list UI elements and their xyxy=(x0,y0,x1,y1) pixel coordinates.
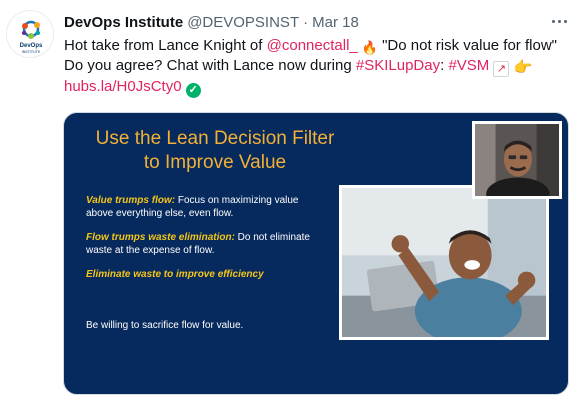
bullet-highlight: Value trumps flow: xyxy=(86,195,176,206)
fire-emoji-icon: 🔥 xyxy=(361,40,379,55)
presenter-webcam-video xyxy=(472,121,562,199)
tweet-header: DevOps Institute @DEVOPSINST · Mar 18 xyxy=(64,11,359,33)
tweet-text-part3: Do you agree? Chat with Lance now during xyxy=(64,57,356,74)
svg-text:DevOps: DevOps xyxy=(20,43,43,49)
bullet-highlight: Eliminate waste to improve efficiency xyxy=(86,269,264,280)
devops-institute-logo: DevOps INSTITUTE xyxy=(7,11,53,57)
chart-increasing-emoji-icon: ↗ xyxy=(493,61,510,77)
hashtag-vsm[interactable]: #VSM xyxy=(448,57,489,74)
hashtag-skilupday[interactable]: #SKILupDay xyxy=(356,57,440,74)
display-name[interactable]: DevOps Institute xyxy=(64,14,183,31)
pointing-right-emoji-icon: 👉 xyxy=(513,59,533,76)
bullet-eliminate-waste: Eliminate waste to improve efficiency xyxy=(86,268,316,281)
celebrating-man-photo xyxy=(339,185,549,340)
user-handle[interactable]: @DEVOPSINST xyxy=(187,14,299,31)
avatar[interactable]: DevOps INSTITUTE xyxy=(6,10,54,58)
card-footer-text: Be willing to sacrifice flow for value. xyxy=(86,320,244,331)
short-url-link[interactable]: hubs.la/H0JsCty0 xyxy=(64,78,182,95)
card-title: Use the Lean Decision Filter to Improve … xyxy=(95,128,335,173)
bullet-value-trumps-flow: Value trumps flow: Focus on maximizing v… xyxy=(86,194,316,220)
check-mark-emoji-icon: ✓ xyxy=(185,83,201,98)
bullet-highlight: Flow trumps waste elimination: xyxy=(86,232,235,243)
tweet-text-part2: "Do not risk value for flow" xyxy=(377,37,557,54)
media-card[interactable]: Use the Lean Decision Filter to Improve … xyxy=(63,112,569,395)
more-options-icon[interactable] xyxy=(548,10,570,32)
bullet-flow-trumps-waste: Flow trumps waste elimination: Do not el… xyxy=(86,231,316,257)
svg-text:INSTITUTE: INSTITUTE xyxy=(22,50,41,54)
separator-dot: · xyxy=(303,13,309,31)
tweet-date[interactable]: Mar 18 xyxy=(312,14,359,31)
tweet-text-part1: Hot take from Lance Knight of xyxy=(64,37,267,54)
mention-link[interactable]: @connectall_ xyxy=(267,37,358,54)
tweet-text: Hot take from Lance Knight of @connectal… xyxy=(64,36,574,98)
